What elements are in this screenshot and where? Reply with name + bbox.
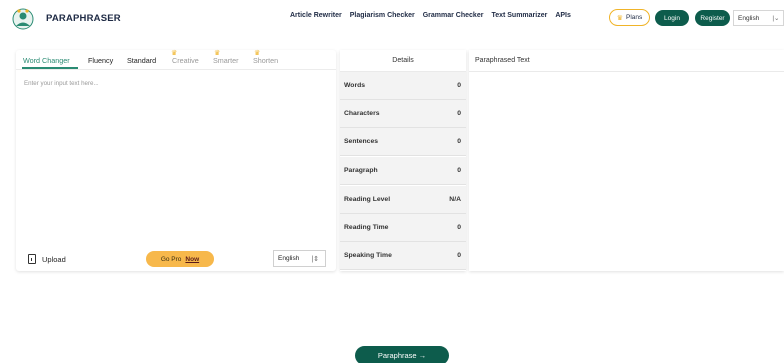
- tab-smarter[interactable]: Smarter: [213, 56, 239, 65]
- input-language-select[interactable]: English |⇕: [273, 250, 326, 267]
- detail-row-characters: Characters 0: [340, 100, 466, 128]
- brand-name: PARAPHRASER: [46, 12, 121, 24]
- select-arrows-icon: |⌄: [772, 15, 780, 22]
- input-textarea[interactable]: Enter your input text here...: [24, 80, 99, 87]
- active-tab-indicator: [22, 67, 78, 69]
- paraphrase-button[interactable]: Paraphrase →: [355, 346, 449, 363]
- input-panel: Word Changer Fluency Standard ♛ Creative…: [16, 50, 336, 271]
- tab-fluency[interactable]: Fluency: [88, 56, 113, 65]
- go-pro-button[interactable]: Go Pro Now: [146, 251, 214, 267]
- detail-value: 0: [457, 110, 461, 117]
- tab-creative[interactable]: Creative: [172, 56, 199, 65]
- login-button[interactable]: Login: [655, 10, 689, 26]
- nav-text-summarizer[interactable]: Text Summarizer: [491, 12, 547, 19]
- output-title: Paraphrased Text: [469, 50, 784, 72]
- file-upload-icon: [28, 254, 36, 264]
- detail-label: Characters: [344, 110, 380, 117]
- nav-grammar-checker[interactable]: Grammar Checker: [423, 12, 484, 19]
- mode-tabs: Word Changer Fluency Standard ♛ Creative…: [16, 50, 336, 70]
- crown-icon: ♛: [616, 14, 623, 22]
- detail-label: Reading Time: [344, 224, 389, 231]
- go-pro-now: Now: [185, 255, 200, 263]
- tab-word-changer[interactable]: Word Changer: [23, 56, 70, 65]
- register-button[interactable]: Register: [695, 10, 730, 26]
- detail-label: Paragraph: [344, 167, 378, 174]
- detail-row-paragraph: Paragraph 0: [340, 157, 466, 185]
- detail-row-reading-time: Reading Time 0: [340, 214, 466, 242]
- input-language-value: English: [278, 255, 300, 262]
- detail-label: Sentences: [344, 138, 379, 145]
- nav-plagiarism-checker[interactable]: Plagiarism Checker: [350, 12, 415, 19]
- main-nav: Article Rewriter Plagiarism Checker Gram…: [290, 12, 579, 19]
- detail-row-reading-level: Reading Level N/A: [340, 186, 466, 214]
- select-arrows-icon: |⇕: [311, 255, 320, 263]
- detail-value: 0: [457, 252, 461, 259]
- detail-value: 0: [457, 138, 461, 145]
- upload-label: Upload: [42, 254, 66, 264]
- site-language-select[interactable]: English |⌄: [733, 10, 784, 26]
- detail-label: Words: [344, 82, 366, 89]
- detail-label: Speaking Time: [344, 252, 392, 259]
- tab-shorten[interactable]: Shorten: [253, 56, 278, 65]
- nav-article-rewriter[interactable]: Article Rewriter: [290, 12, 342, 19]
- details-title: Details: [340, 50, 466, 72]
- go-pro-label: Go Pro: [160, 255, 182, 263]
- detail-value: 0: [457, 167, 461, 174]
- nav-apis[interactable]: APIs: [555, 12, 571, 19]
- detail-row-words: Words 0: [340, 72, 466, 100]
- detail-row-sentences: Sentences 0: [340, 128, 466, 156]
- detail-row-speaking-time: Speaking Time 0: [340, 242, 466, 270]
- logo-icon: [12, 8, 34, 30]
- detail-value: 0: [457, 82, 461, 89]
- detail-value: 0: [457, 224, 461, 231]
- details-panel: Details Words 0 Characters 0 Sentences 0…: [340, 50, 466, 271]
- site-language-value: English: [738, 14, 760, 22]
- detail-value: N/A: [449, 196, 461, 203]
- logo[interactable]: PARAPHRASER: [10, 6, 121, 30]
- plans-label: Plans: [626, 14, 643, 21]
- output-panel: Paraphrased Text: [469, 50, 784, 271]
- detail-label: Reading Level: [344, 196, 391, 203]
- top-header: PARAPHRASER Article Rewriter Plagiarism …: [0, 0, 784, 36]
- upload-button[interactable]: Upload: [28, 254, 66, 264]
- plans-button[interactable]: ♛ Plans: [609, 9, 650, 26]
- tab-standard[interactable]: Standard: [127, 56, 156, 65]
